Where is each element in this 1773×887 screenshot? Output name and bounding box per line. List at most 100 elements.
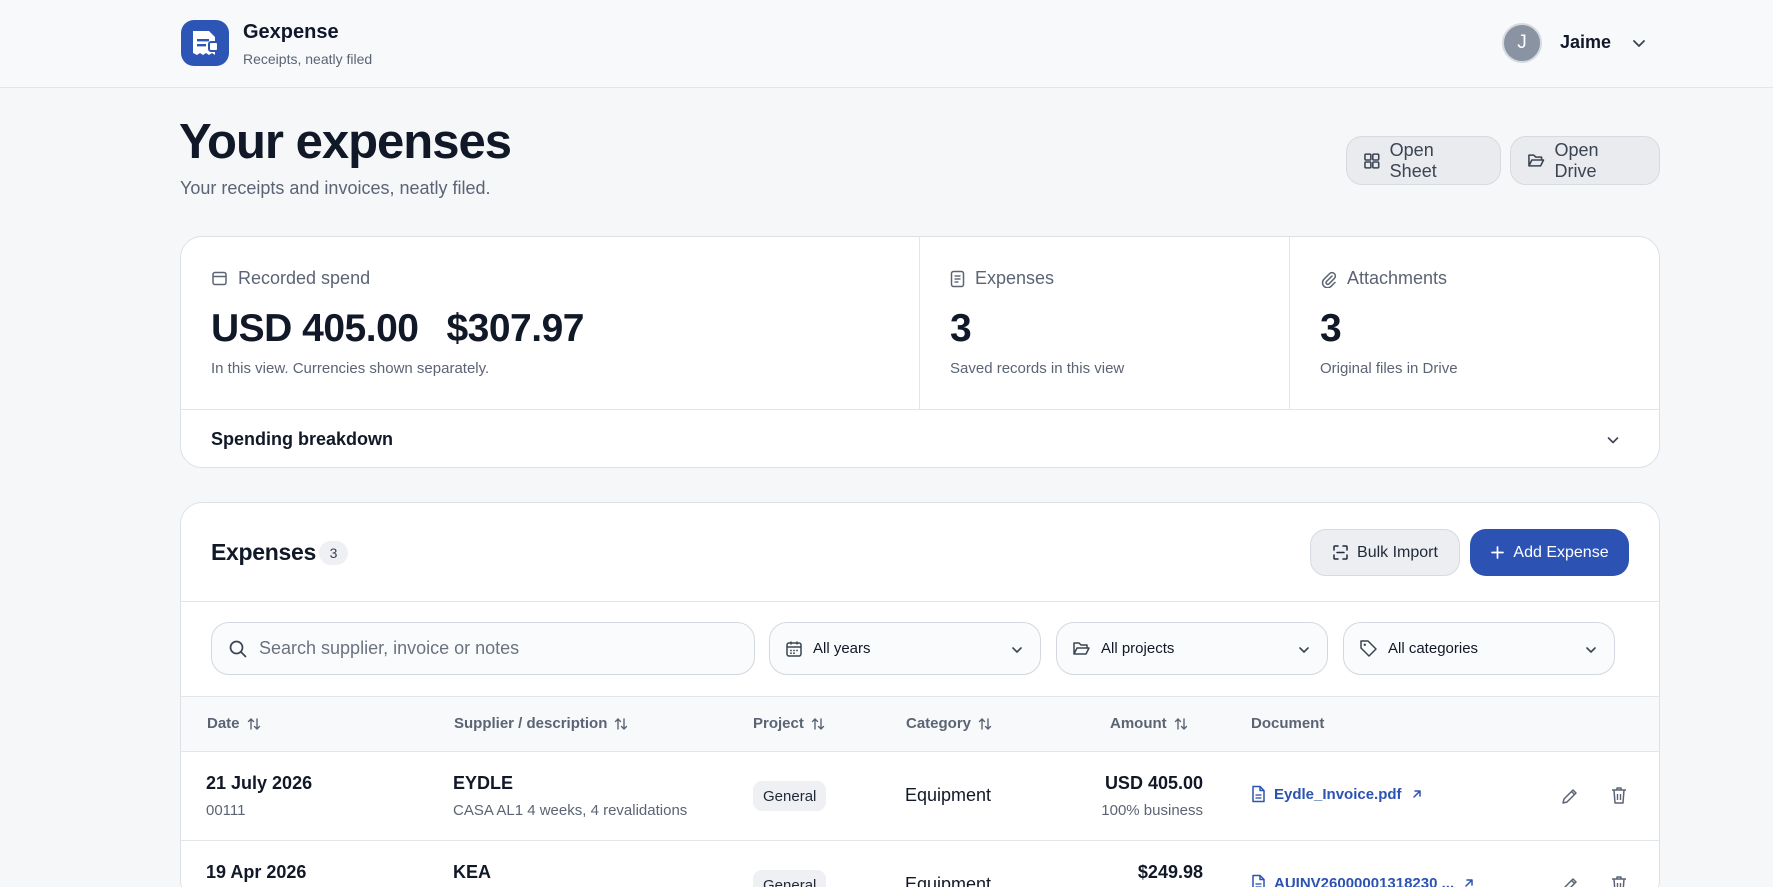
attachments-stat-heading: Attachments [1320, 268, 1447, 289]
scan-icon [1333, 545, 1348, 560]
expenses-count-badge: 3 [319, 541, 348, 565]
add-expense-label: Add Expense [1513, 543, 1609, 561]
expense-category: Equipment [905, 874, 992, 887]
column-header-date[interactable]: Date [207, 715, 262, 732]
chevron-down-icon [1607, 437, 1619, 444]
chevron-down-icon [1299, 647, 1309, 653]
file-icon [1252, 785, 1265, 803]
edit-icon[interactable] [1560, 786, 1580, 806]
app-tagline: Receipts, neatly filed [243, 51, 373, 67]
open-drive-label: Open Drive [1554, 139, 1599, 181]
expenses-header: Expenses 3 Bulk Import Add Expense [181, 503, 1659, 602]
attachments-stat-note: Original files in Drive [1320, 360, 1458, 377]
column-header-category[interactable]: Category [906, 715, 993, 732]
category-filter-select[interactable]: All categories [1343, 622, 1615, 675]
search-box[interactable] [211, 622, 755, 675]
column-header-project[interactable]: Project [753, 715, 826, 732]
chevron-down-icon[interactable] [1630, 34, 1648, 52]
expense-reference: 00111 [206, 802, 246, 819]
search-input[interactable] [259, 638, 739, 659]
sort-icon [615, 717, 628, 730]
chevron-down-icon [1012, 647, 1022, 653]
spend-value-dollar: $307.97 [446, 307, 584, 350]
expenses-title: Expenses [211, 539, 316, 565]
column-amount-label: Amount [1110, 715, 1167, 732]
column-header-supplier[interactable]: Supplier / description [454, 715, 629, 732]
document-filename: AUINV26000001318230 ... [1274, 874, 1455, 887]
bulk-import-button[interactable]: Bulk Import [1310, 529, 1460, 576]
receipt-logo-icon [193, 31, 219, 55]
column-header-amount[interactable]: Amount [1110, 715, 1189, 732]
tag-icon [1360, 640, 1377, 657]
table-row[interactable]: 19 Apr 2026 KEA General Equipment $249.9… [181, 841, 1659, 887]
expense-category: Equipment [905, 785, 992, 805]
sort-icon [811, 717, 825, 730]
document-icon [950, 270, 965, 287]
category-filter-value: All categories [1388, 640, 1479, 657]
project-badge: General [753, 870, 827, 887]
user-name[interactable]: Jaime [1560, 32, 1611, 53]
filters-bar: All years All projects All categories [181, 602, 1659, 697]
table-header: Date Supplier / description Project Cate… [181, 697, 1659, 752]
expense-date: 21 July 2026 [206, 773, 313, 793]
document-filename: Eydle_Invoice.pdf [1274, 785, 1402, 803]
trash-icon[interactable] [1609, 785, 1629, 806]
bulk-import-label: Bulk Import [1357, 543, 1438, 561]
business-percentage: 100% business [1101, 802, 1203, 819]
open-sheet-label: Open Sheet [1389, 139, 1437, 181]
document-link[interactable]: Eydle_Invoice.pdf [1251, 785, 1424, 803]
expense-amount: USD 405.00 [1104, 773, 1203, 793]
recorded-spend-heading: Recorded spend [211, 268, 370, 289]
external-link-icon [1465, 879, 1473, 887]
table-row[interactable]: 21 July 2026 00111 EYDLE CASA AL1 4 week… [181, 752, 1659, 841]
wallet-icon [212, 271, 227, 286]
search-icon [229, 640, 247, 657]
sort-icon [247, 717, 260, 730]
avatar[interactable]: J [1502, 23, 1542, 63]
expense-description: CASA AL1 4 weeks, 4 revalidations [453, 802, 688, 819]
year-filter-select[interactable]: All years [769, 622, 1041, 675]
column-supplier-label: Supplier / description [454, 715, 608, 732]
spending-breakdown-toggle[interactable]: Spending breakdown [181, 409, 1659, 467]
top-bar: Gexpense Receipts, neatly filed J Jaime [0, 0, 1773, 88]
expense-date: 19 Apr 2026 [206, 862, 307, 882]
open-sheet-button[interactable]: Open Sheet [1346, 136, 1501, 185]
edit-icon[interactable] [1560, 875, 1580, 887]
app-name: Gexpense [243, 21, 339, 43]
attachments-stat: Attachments 3 Original files in Drive [1290, 237, 1659, 409]
expense-supplier: KEA [453, 862, 492, 882]
paperclip-icon [1321, 271, 1337, 288]
attachments-stat-label: Attachments [1347, 268, 1448, 288]
spend-value-usd: USD 405.00 [211, 307, 419, 350]
column-category-label: Category [906, 715, 972, 732]
grid-icon [1364, 152, 1380, 169]
project-filter-value: All projects [1101, 640, 1175, 657]
recorded-spend-note: In this view. Currencies shown separatel… [211, 360, 490, 377]
expenses-stat-note: Saved records in this view [950, 360, 1125, 377]
project-badge: General [753, 781, 827, 811]
project-filter-select[interactable]: All projects [1056, 622, 1328, 675]
add-expense-button[interactable]: Add Expense [1470, 529, 1629, 576]
open-drive-button[interactable]: Open Drive [1510, 136, 1660, 185]
recorded-spend-label: Recorded spend [238, 268, 371, 288]
external-link-icon [1412, 790, 1421, 798]
calendar-icon [786, 641, 802, 657]
attachments-stat-value: 3 [1320, 307, 1342, 350]
page-subtitle: Your receipts and invoices, neatly filed… [180, 178, 491, 198]
expenses-stat-label: Expenses [975, 268, 1055, 288]
column-header-document: Document [1251, 715, 1324, 732]
file-icon [1252, 874, 1265, 887]
sort-icon [978, 717, 992, 730]
spending-breakdown-label: Spending breakdown [211, 429, 394, 449]
expenses-stat-heading: Expenses [950, 268, 1054, 289]
expenses-stat-value: 3 [950, 307, 972, 350]
document-link[interactable]: AUINV26000001318230 ... [1251, 874, 1476, 887]
expenses-panel: Expenses 3 Bulk Import Add Expense Searc… [180, 502, 1660, 887]
expense-amount: $249.98 [1137, 862, 1203, 882]
expense-supplier: EYDLE [453, 773, 514, 793]
trash-icon[interactable] [1609, 874, 1629, 887]
column-date-label: Date [207, 715, 240, 732]
expenses-stat: Expenses 3 Saved records in this view [920, 237, 1290, 409]
folder-open-icon [1073, 642, 1090, 655]
app-logo[interactable] [181, 20, 229, 66]
